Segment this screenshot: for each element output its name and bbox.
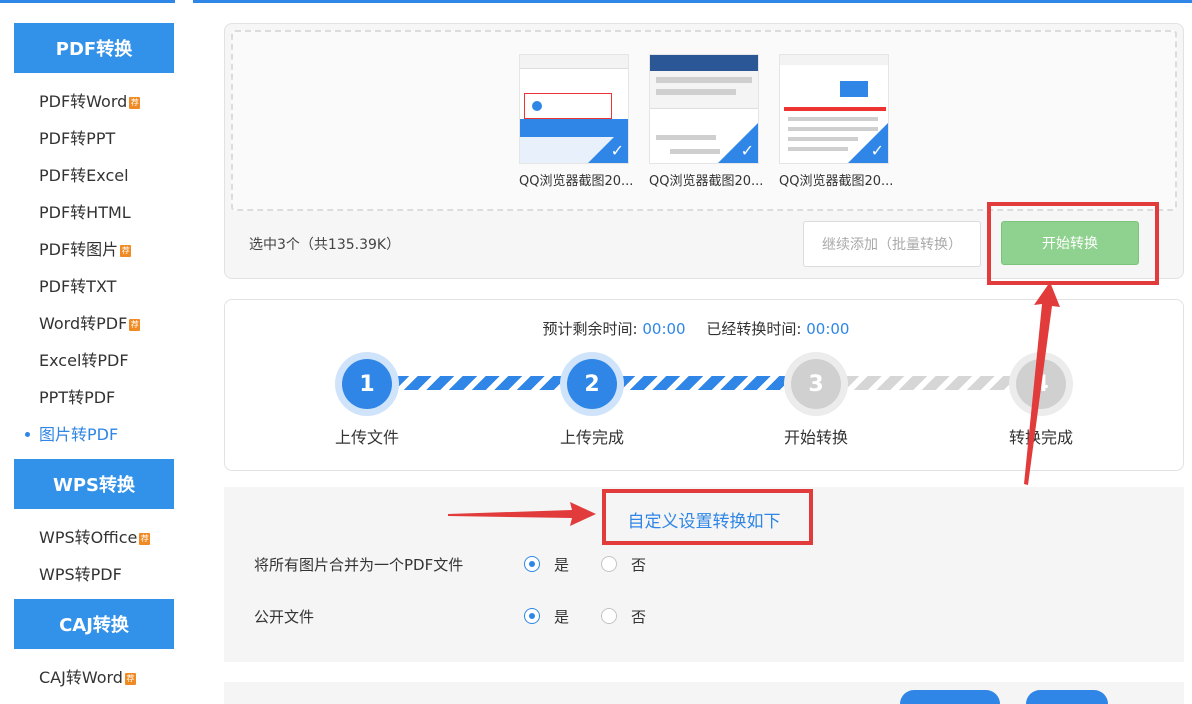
bottom-pill-button[interactable]	[900, 690, 1000, 704]
arrow-to-start-icon	[1024, 282, 1060, 485]
annotation-arrows	[448, 282, 1060, 526]
arrow-to-settings-icon	[448, 502, 596, 526]
bottom-notice	[224, 682, 1184, 704]
bottom-pill-button[interactable]	[1026, 690, 1108, 704]
